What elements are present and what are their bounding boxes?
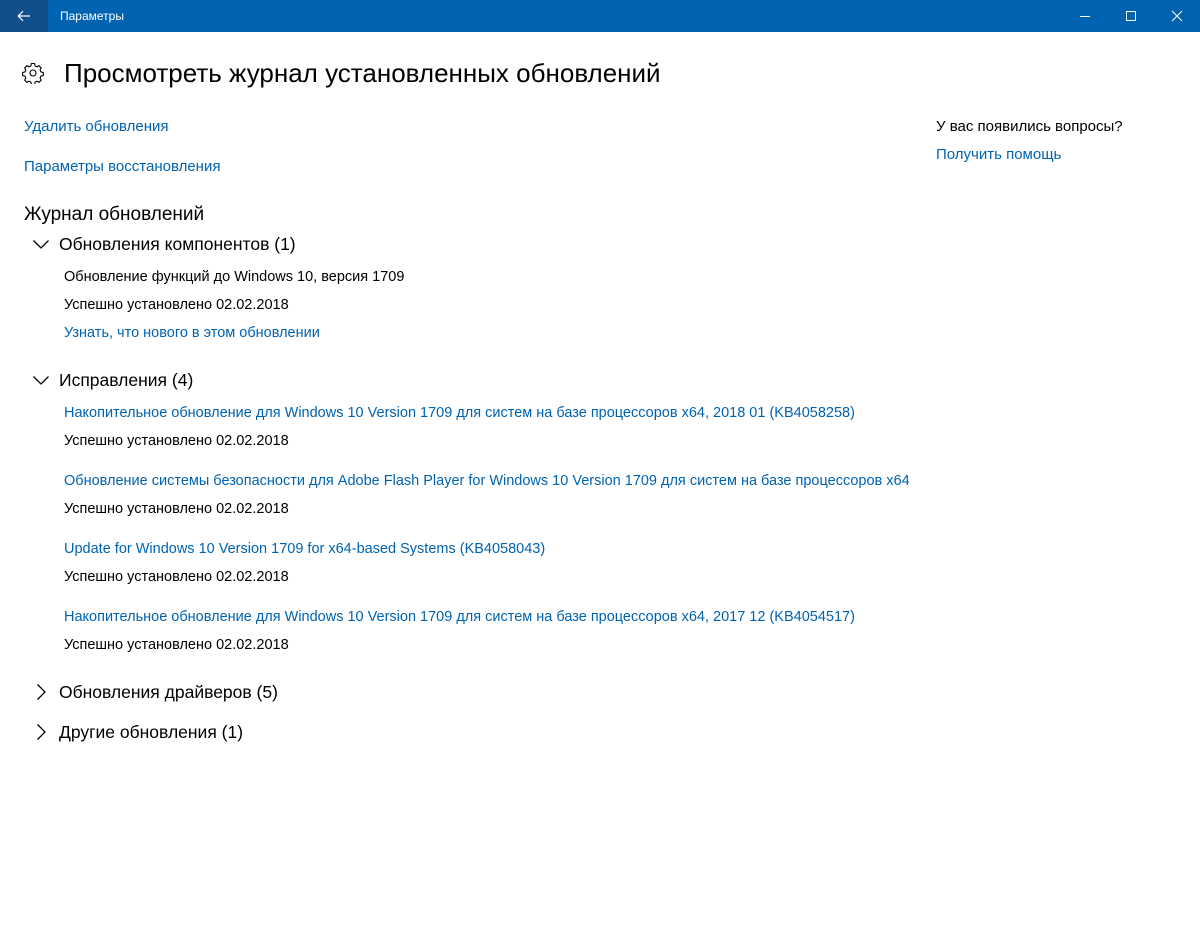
update-link-kb4058258[interactable]: Накопительное обновление для Windows 10 … — [64, 404, 855, 422]
maximize-button[interactable] — [1108, 0, 1154, 32]
get-help-link[interactable]: Получить помощь — [936, 146, 1061, 164]
close-icon — [1171, 10, 1183, 22]
group-quality-updates[interactable]: Исправления (4) — [32, 368, 193, 392]
group-feature-updates[interactable]: Обновления компонентов (1) — [32, 232, 296, 256]
update-status: Успешно установлено 02.02.2018 — [64, 501, 289, 517]
chevron-down-icon — [33, 376, 49, 385]
update-link-kb4054517[interactable]: Накопительное обновление для Windows 10 … — [64, 608, 855, 626]
title-bar: Параметры — [0, 0, 1200, 32]
minimize-icon — [1080, 16, 1090, 17]
group-label: Исправления (4) — [59, 370, 194, 390]
group-label: Другие обновления (1) — [59, 722, 244, 742]
group-label: Обновления драйверов (5) — [59, 682, 278, 702]
group-label: Обновления компонентов (1) — [59, 234, 296, 254]
group-driver-updates[interactable]: Обновления драйверов (5) — [32, 680, 278, 704]
update-link-kb4058043[interactable]: Update for Windows 10 Version 1709 for x… — [64, 540, 545, 558]
recovery-options-link[interactable]: Параметры восстановления — [24, 158, 220, 176]
group-other-updates[interactable]: Другие обновления (1) — [32, 720, 243, 744]
chevron-right-icon — [37, 724, 46, 740]
chevron-right-icon — [37, 684, 46, 700]
update-name: Обновление функций до Windows 10, версия… — [64, 269, 405, 285]
page-title: Просмотреть журнал установленных обновле… — [64, 58, 661, 88]
uninstall-updates-link[interactable]: Удалить обновления — [24, 118, 169, 136]
minimize-button[interactable] — [1062, 0, 1108, 32]
gear-icon — [22, 62, 44, 84]
help-question: У вас появились вопросы? — [936, 118, 1123, 135]
update-status: Успешно установлено 02.02.2018 — [64, 297, 289, 313]
back-button[interactable] — [0, 0, 48, 32]
update-status: Успешно установлено 02.02.2018 — [64, 637, 289, 653]
update-status: Успешно установлено 02.02.2018 — [64, 433, 289, 449]
update-history-title: Журнал обновлений — [24, 204, 205, 225]
window-title: Параметры — [60, 9, 124, 23]
close-button[interactable] — [1154, 0, 1200, 32]
maximize-icon — [1126, 11, 1136, 21]
back-arrow-icon — [17, 10, 30, 22]
update-status: Успешно установлено 02.02.2018 — [64, 569, 289, 585]
update-link-flash[interactable]: Обновление системы безопасности для Adob… — [64, 472, 912, 490]
chevron-down-icon — [33, 240, 49, 249]
whats-new-link[interactable]: Узнать, что нового в этом обновлении — [64, 324, 320, 342]
